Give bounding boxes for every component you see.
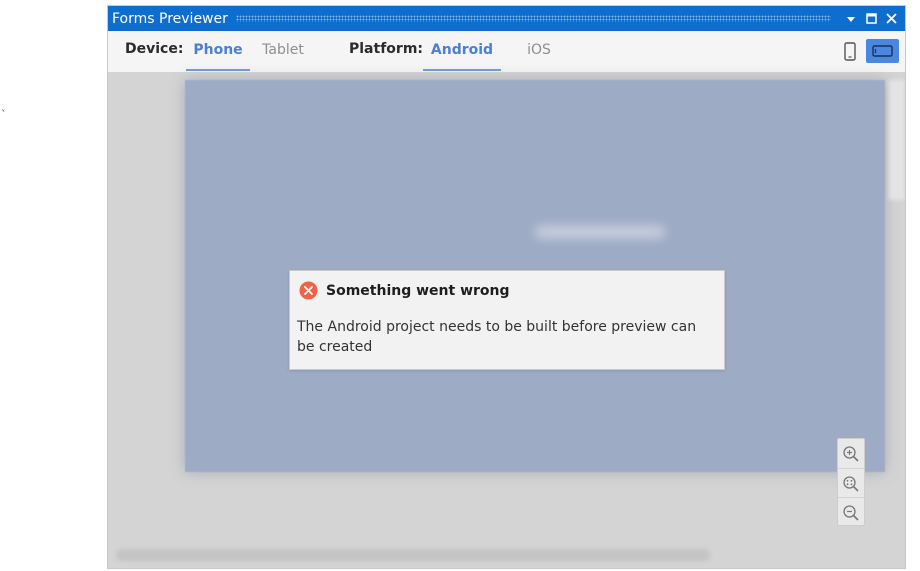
preview-area[interactable]: Something went wrong The Android project…	[108, 72, 905, 568]
vertical-scrollbar[interactable]	[889, 80, 905, 200]
zoom-controls	[837, 438, 865, 526]
landscape-button[interactable]	[866, 39, 899, 63]
zoom-fit-icon	[843, 475, 859, 492]
dropdown-triangle-icon	[847, 16, 855, 22]
device-label: Device:	[125, 41, 184, 57]
error-icon	[299, 281, 318, 300]
landscape-icon	[872, 45, 893, 57]
zoom-fit-button[interactable]	[838, 468, 864, 498]
portrait-button[interactable]	[839, 39, 861, 63]
portrait-icon	[844, 41, 856, 61]
toolbar: Device: Phone Tablet Platform: Android i…	[108, 31, 905, 73]
title-grip	[235, 15, 831, 22]
zoom-out-button[interactable]	[838, 497, 864, 527]
close-button[interactable]	[881, 9, 901, 29]
zoom-in-icon	[843, 445, 859, 462]
window-title: Forms Previewer	[112, 10, 228, 27]
error-message: The Android project needs to be built be…	[297, 319, 697, 355]
dropdown-menu-button[interactable]	[841, 9, 861, 29]
forms-previewer-window: Forms Previewer Device: Phone Tablet Pla…	[107, 5, 906, 569]
close-icon	[885, 13, 897, 24]
maximize-button[interactable]	[861, 9, 881, 29]
maximize-icon	[865, 13, 877, 24]
tab-tablet[interactable]: Tablet	[251, 31, 315, 71]
window-controls	[841, 9, 901, 29]
title-bar[interactable]: Forms Previewer	[108, 6, 905, 31]
error-title: Something went wrong	[326, 283, 510, 299]
zoom-in-button[interactable]	[838, 439, 864, 468]
error-dialog: Something went wrong The Android project…	[289, 270, 725, 370]
horizontal-scrollbar[interactable]	[116, 549, 710, 561]
tab-phone[interactable]: Phone	[186, 31, 250, 71]
platform-label: Platform:	[349, 41, 423, 57]
blurred-preview-content	[535, 225, 665, 239]
tab-ios[interactable]: iOS	[508, 31, 570, 71]
stray-mark: `	[1, 108, 7, 121]
tab-android[interactable]: Android	[423, 31, 501, 71]
zoom-out-icon	[843, 504, 859, 521]
